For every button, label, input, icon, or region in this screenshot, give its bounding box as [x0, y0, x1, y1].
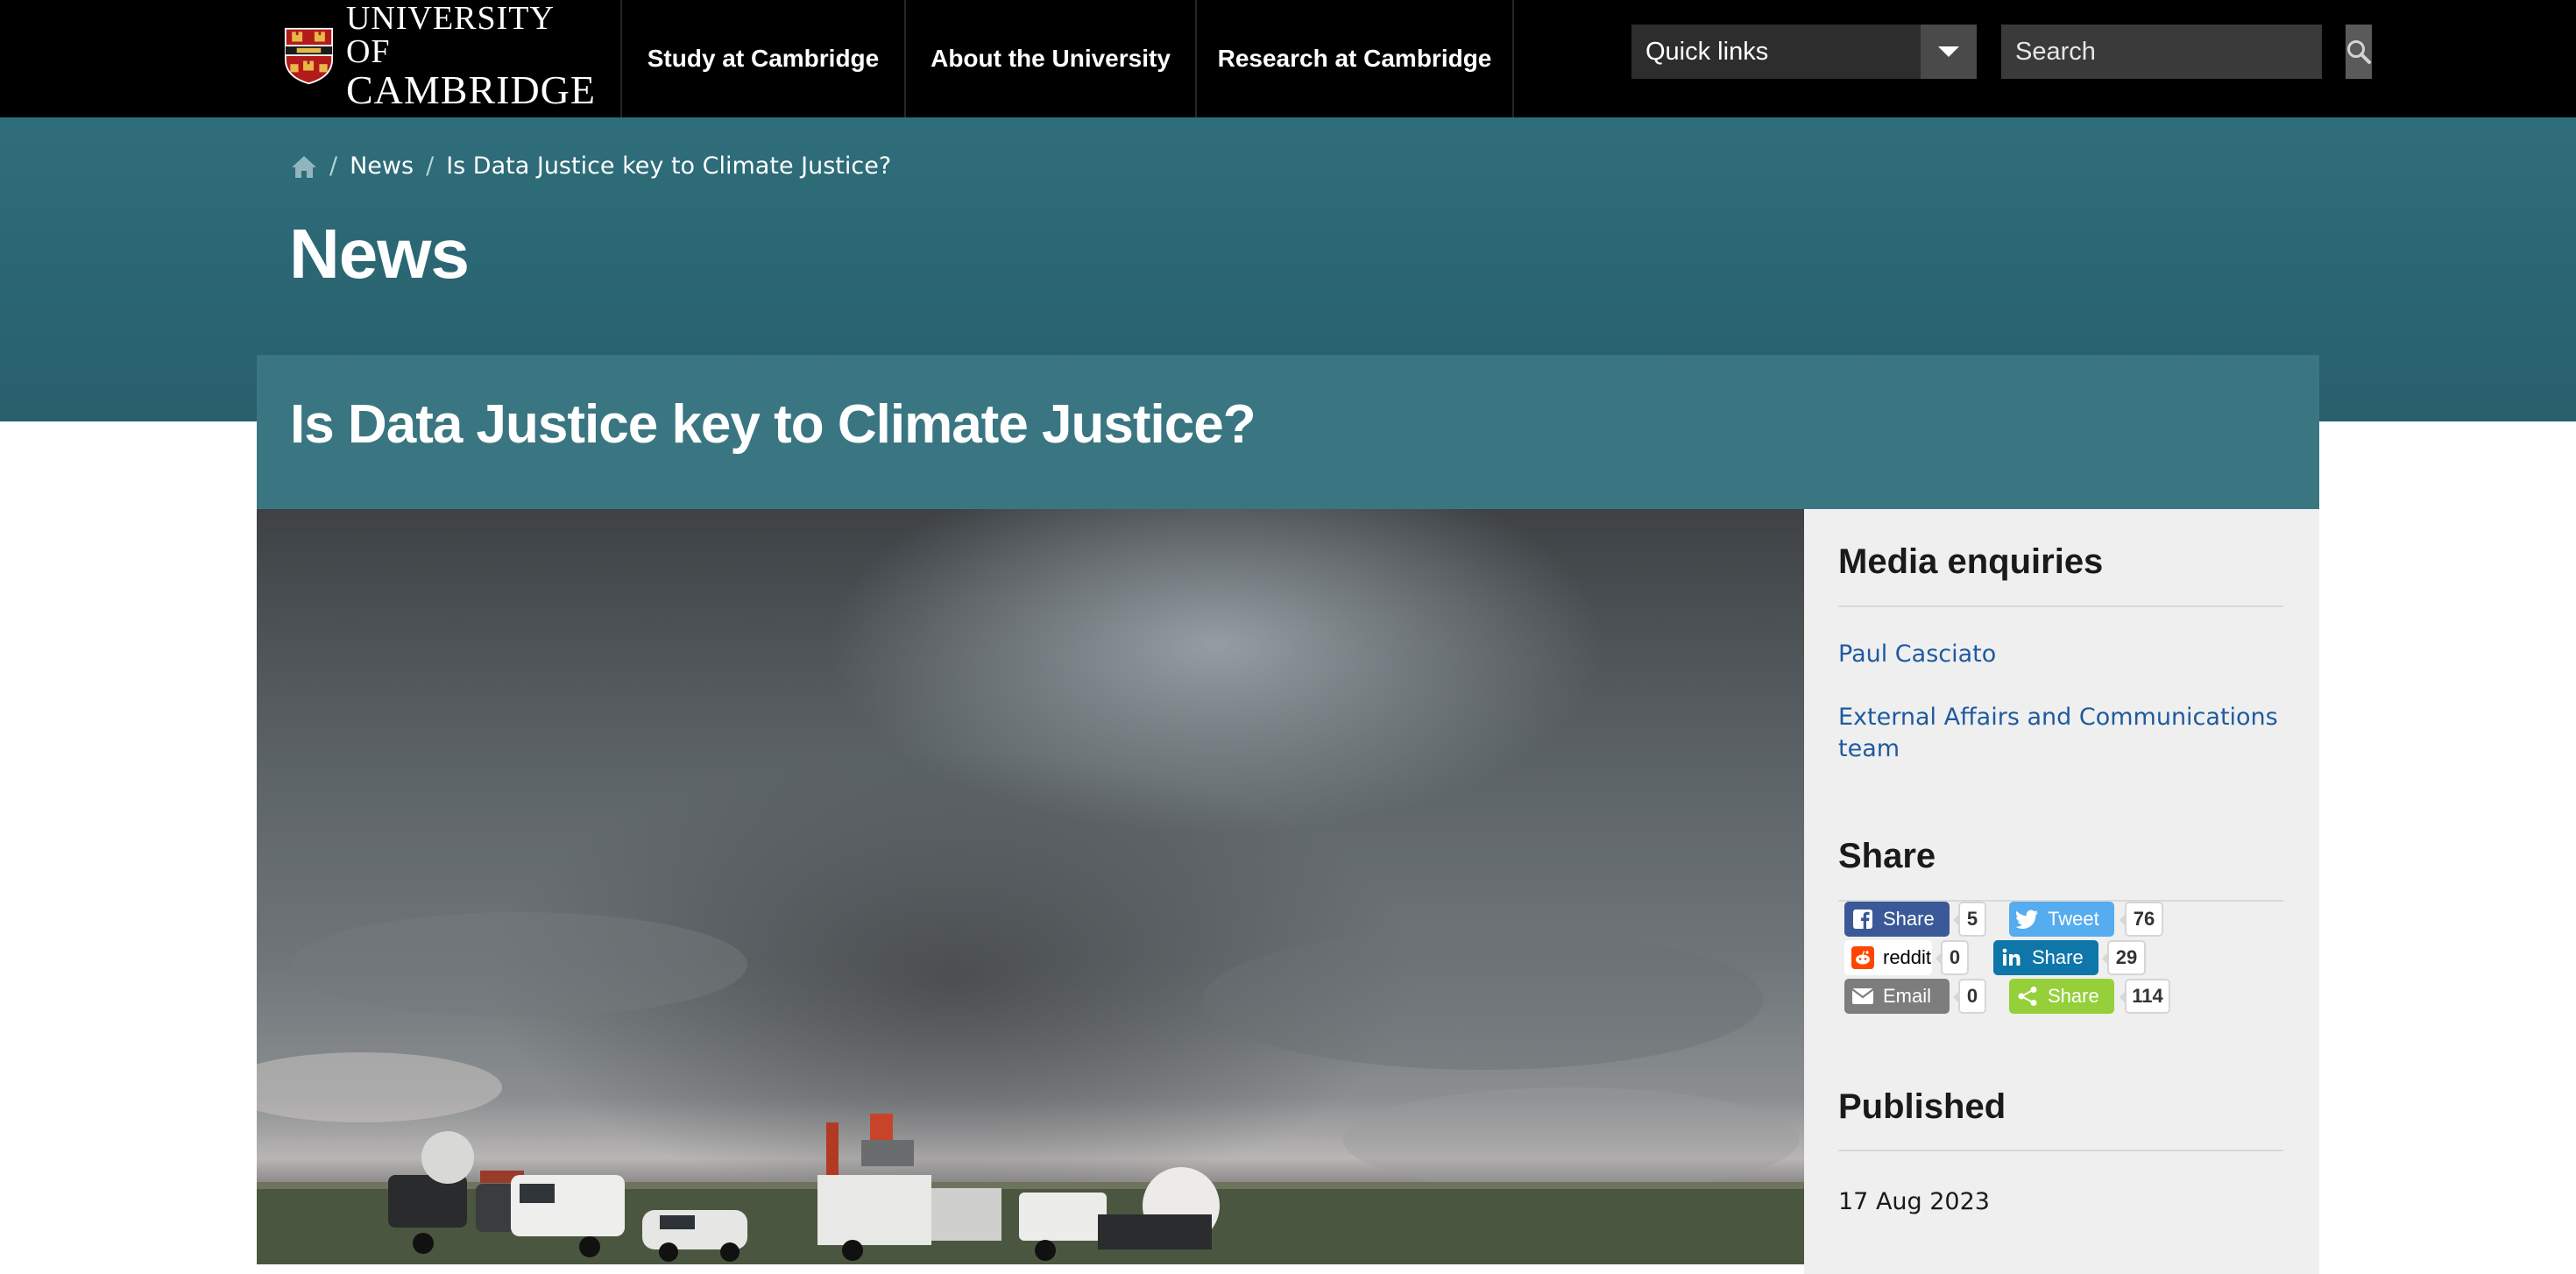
- media-enquiries-heading: Media enquiries: [1838, 542, 2104, 581]
- storm-photo: [257, 509, 1804, 1264]
- logo-text-line1: UNIVERSITY OF: [345, 0, 554, 70]
- twitter-tweet-count: 76: [2120, 902, 2163, 937]
- reddit-share-count: 0: [1936, 940, 1969, 975]
- twitter-bird-icon: [2016, 908, 2039, 931]
- chevron-down-icon: [1938, 46, 1959, 57]
- sharethis-share-button[interactable]: Share: [2009, 979, 2114, 1014]
- contact-link-external-affairs[interactable]: External Affairs and Communications team: [1838, 702, 2283, 765]
- page-title: News: [289, 215, 470, 293]
- breadcrumb-separator: /: [426, 152, 435, 180]
- email-share-count: 0: [1953, 979, 1986, 1014]
- reddit-share-label: reddit: [1883, 946, 1932, 968]
- search-form: [2001, 25, 2372, 79]
- twitter-tweet-button[interactable]: Tweet: [2009, 902, 2114, 937]
- search-icon: [2347, 40, 2371, 64]
- search-button[interactable]: [2346, 25, 2372, 79]
- published-date: 17 Aug 2023: [1838, 1188, 1990, 1215]
- article-title: Is Data Justice key to Climate Justice?: [290, 394, 1256, 455]
- reddit-icon: [1851, 946, 1874, 969]
- breadcrumb-separator: /: [329, 152, 338, 180]
- facebook-icon: [1851, 908, 1874, 931]
- nav-divider: [1512, 0, 1514, 117]
- sharethis-share-count: 114: [2120, 979, 2170, 1014]
- article-image: [257, 509, 1804, 1264]
- article-sidebar: Media enquiries Paul Casciato External A…: [1804, 509, 2319, 1274]
- envelope-icon: [1851, 985, 1874, 1008]
- nav-research-at-cambridge[interactable]: Research at Cambridge: [1197, 0, 1512, 117]
- share-icon: [2016, 985, 2039, 1008]
- quick-links-dropdown[interactable]: Quick links: [1631, 25, 1977, 79]
- university-logo[interactable]: UNIVERSITY OF CAMBRIDGE: [284, 2, 596, 110]
- crest-icon: [284, 27, 334, 85]
- facebook-share-label: Share: [1883, 908, 1935, 930]
- linkedin-share-button[interactable]: Share: [1993, 940, 2098, 975]
- nav-study-at-cambridge[interactable]: Study at Cambridge: [622, 0, 904, 117]
- logo-text-line2: CAMBRIDGE: [345, 67, 596, 112]
- twitter-tweet-label: Tweet: [2048, 908, 2099, 930]
- linkedin-icon: [2000, 946, 2023, 969]
- nav-about-the-university[interactable]: About the University: [906, 0, 1195, 117]
- breadcrumb: / News / Is Data Justice key to Climate …: [291, 152, 891, 180]
- contact-link-paul-casciato[interactable]: Paul Casciato: [1838, 639, 2283, 670]
- share-heading: Share: [1838, 837, 1936, 875]
- linkedin-share-label: Share: [2032, 946, 2084, 968]
- linkedin-share-count: 29: [2102, 940, 2146, 975]
- home-icon[interactable]: [291, 154, 317, 179]
- email-share-label: Email: [1883, 985, 1932, 1007]
- breadcrumb-current: Is Data Justice key to Climate Justice?: [446, 152, 892, 180]
- top-navigation-bar: UNIVERSITY OF CAMBRIDGE Study at Cambrid…: [0, 0, 2576, 117]
- breadcrumb-news-link[interactable]: News: [350, 152, 414, 180]
- quick-links-label: Quick links: [1645, 37, 1769, 66]
- article-header: Is Data Justice key to Climate Justice?: [257, 355, 2319, 509]
- email-share-button[interactable]: Email: [1844, 979, 1950, 1014]
- published-heading: Published: [1838, 1087, 2006, 1126]
- quick-links-toggle[interactable]: [1921, 25, 1977, 79]
- divider: [1838, 605, 2283, 607]
- search-input[interactable]: [2001, 25, 2346, 79]
- sharethis-share-label: Share: [2048, 985, 2099, 1007]
- facebook-share-count: 5: [1953, 902, 1986, 937]
- facebook-share-button[interactable]: Share: [1844, 902, 1950, 937]
- reddit-share-button[interactable]: reddit: [1844, 940, 1932, 975]
- divider: [1838, 1150, 2283, 1151]
